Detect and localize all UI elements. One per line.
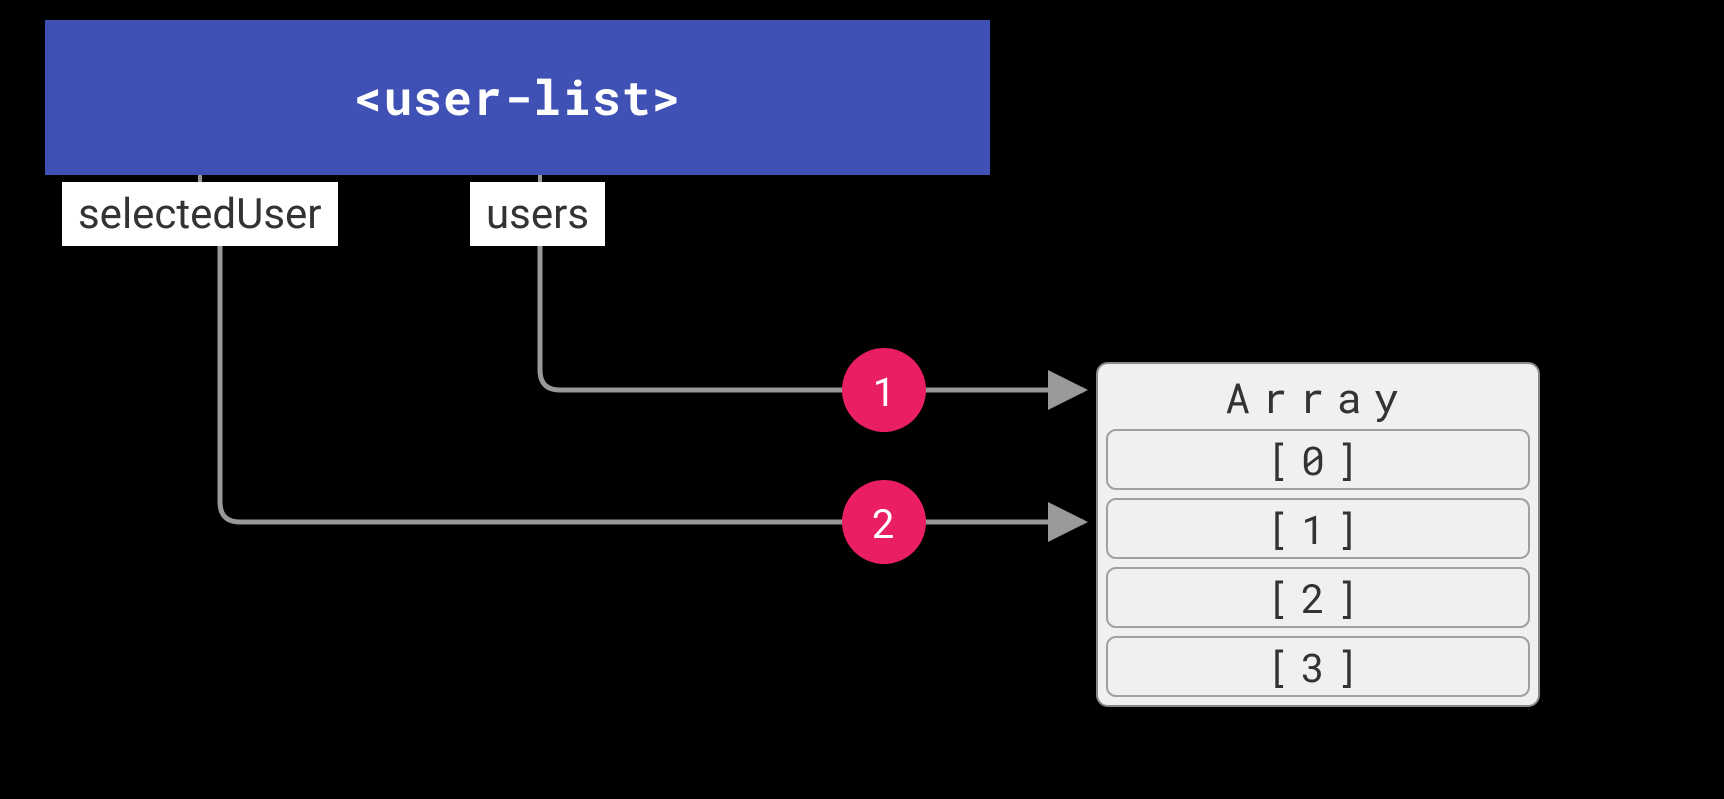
badge-1: 1 — [842, 348, 926, 432]
component-box: <user-list> — [45, 20, 990, 175]
array-item-3: [3] — [1106, 636, 1530, 697]
property-selectedUser: selectedUser — [62, 182, 338, 246]
array-item-2: [2] — [1106, 567, 1530, 628]
array-header: Array — [1098, 364, 1538, 429]
property-users: users — [470, 182, 605, 246]
array-box: Array [0] [1] [2] [3] — [1096, 362, 1540, 707]
diagram-stage: <user-list> selectedUser users Array [0]… — [0, 0, 1724, 799]
component-title: <user-list> — [354, 66, 682, 129]
array-item-1: [1] — [1106, 498, 1530, 559]
badge-2: 2 — [842, 480, 926, 564]
array-item-0: [0] — [1106, 429, 1530, 490]
